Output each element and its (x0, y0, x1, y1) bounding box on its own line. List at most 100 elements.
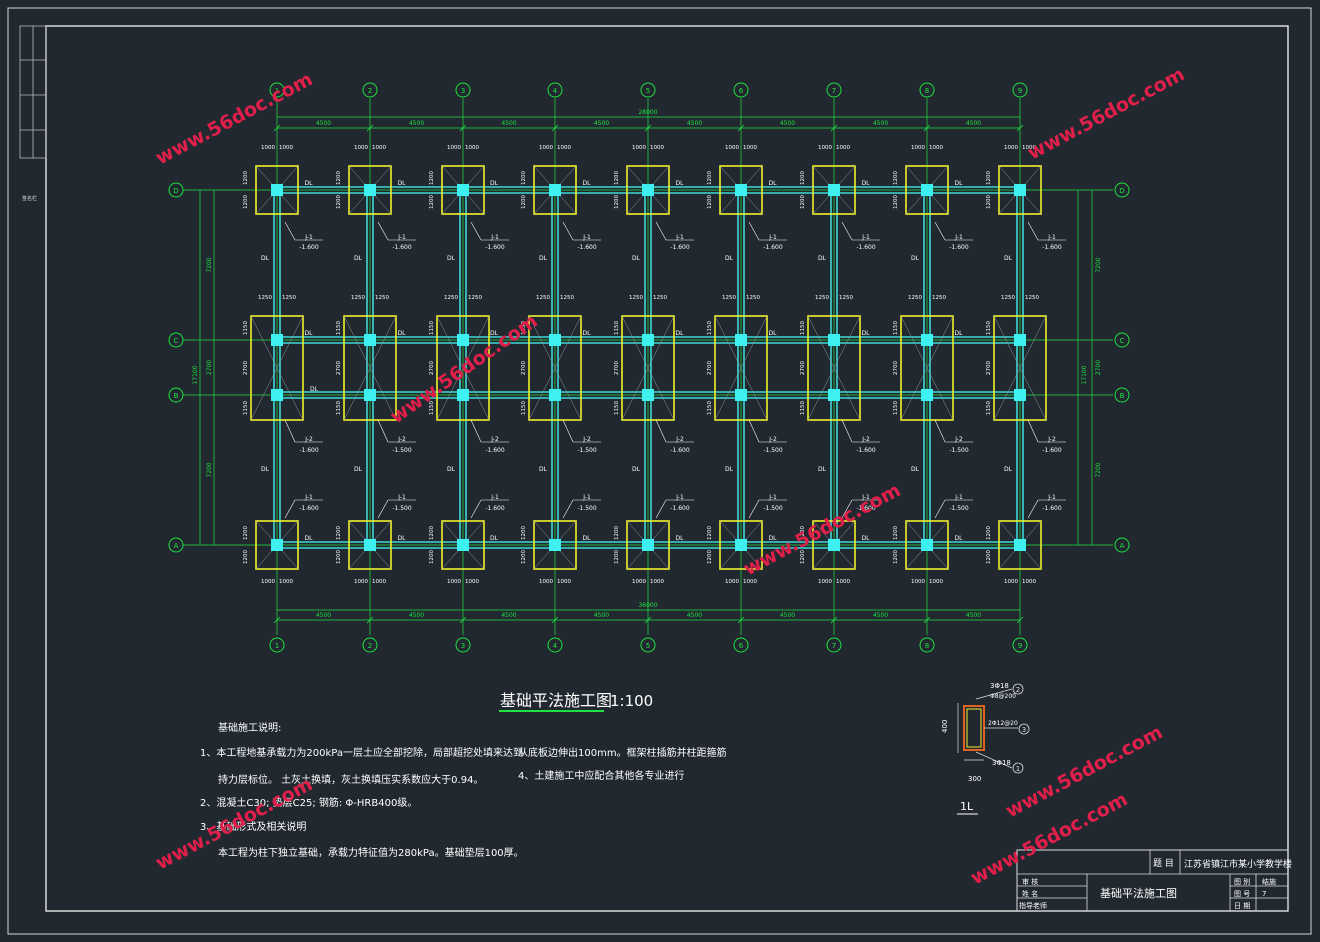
leader (841, 419, 853, 443)
pad-dim-vertical: 1200 (243, 195, 249, 209)
pad-dim-vertical: 1200 (521, 171, 527, 185)
watermark-4: www.56doc.com (740, 479, 904, 580)
pad-dim: 1250 (629, 295, 643, 301)
callout-1: 1 (1016, 765, 1020, 773)
beam-tag: DL (539, 466, 548, 473)
pad-dim-vertical: 1150 (243, 321, 249, 335)
column (735, 389, 747, 401)
leader (562, 499, 574, 519)
dim-total-right: 17100 (1081, 365, 1088, 384)
footing-tag-j1: J-1 (304, 494, 313, 501)
footing-elevation: -1.600 (299, 505, 319, 512)
beam-tag: DL (447, 466, 456, 473)
pad-dim: 1000 (836, 579, 850, 585)
pad-dim: 1000 (279, 579, 293, 585)
pad-dim-vertical: 1150 (521, 401, 527, 415)
tb-val-number: 7 (1262, 890, 1266, 898)
pad-dim-vertical: 1200 (707, 171, 713, 185)
pad-dim: 1000 (539, 145, 553, 151)
section-bottom-rebar: 3Φ18 (992, 759, 1011, 767)
pad-dim-vertical: 1200 (986, 526, 992, 540)
pad-dim-vertical: 1200 (243, 171, 249, 185)
column (457, 539, 469, 551)
notes-line-5: 本工程为柱下独立基础，承载力特征值为280kPa。基础垫层100厚。 (218, 846, 524, 859)
leader (655, 221, 667, 241)
column (642, 184, 654, 196)
pad-dim-vertical: 1200 (800, 171, 806, 185)
footing-elevation: -1.600 (485, 505, 505, 512)
column (364, 184, 376, 196)
dim-total-bottom: 36000 (638, 602, 657, 609)
pad-dim: 1250 (444, 295, 458, 301)
column (735, 334, 747, 346)
leader (934, 221, 946, 241)
dim-span-bottom: 4500 (780, 612, 795, 619)
grid-number-top-9: 9 (1018, 87, 1022, 95)
dim-span-top: 4500 (409, 120, 424, 127)
leader (1027, 221, 1039, 241)
signature-strip: 签名栏 (19, 25, 47, 202)
notes-line-3: 2、混凝土C30; 垫层C25; 钢筋: Φ-HRB400级。 (200, 796, 417, 809)
column (1014, 539, 1026, 551)
pad-dim-vertical: 1200 (800, 195, 806, 209)
beam-tag: DL (583, 180, 592, 187)
leader (377, 419, 389, 443)
pad-dim: 1000 (465, 579, 479, 585)
pad-dim: 1250 (1001, 295, 1015, 301)
beam-tag: DL (955, 330, 964, 337)
leader (748, 221, 760, 241)
tb-key-date: 日 期 (1234, 902, 1250, 910)
pad-dim-vertical: 1200 (893, 171, 899, 185)
beam-tag: DL (911, 255, 920, 262)
footing-tag-j1: J-1 (304, 234, 313, 241)
leader (655, 499, 667, 519)
pad-dim: 1250 (1025, 295, 1039, 301)
beam-tag: DL (305, 330, 314, 337)
pad-dim: 1000 (279, 145, 293, 151)
beam-tag: DL (769, 180, 778, 187)
section-height-dim: 400 (941, 720, 949, 733)
footing-elevation: -1.600 (670, 505, 690, 512)
footing-elevation: -1.600 (577, 244, 597, 251)
grid-letter-right-B: B (1120, 392, 1125, 400)
column (271, 389, 283, 401)
pad-dim: 1250 (375, 295, 389, 301)
pad-dim-vertical: 1200 (986, 171, 992, 185)
pad-dim: 1000 (354, 145, 368, 151)
pad-dim: 1000 (818, 145, 832, 151)
column (1014, 334, 1026, 346)
column (642, 334, 654, 346)
pad-dim: 1000 (372, 145, 386, 151)
column (549, 334, 561, 346)
pad-dim-vertical: 1150 (800, 321, 806, 335)
beam-tag: DL (818, 466, 827, 473)
footing-tag-j1: J-1 (954, 234, 963, 241)
pad-dim-vertical: 1150 (893, 321, 899, 335)
pad-dim-vertical: 1200 (336, 526, 342, 540)
pad-dim: 1000 (836, 145, 850, 151)
dim-span-top: 4500 (966, 120, 981, 127)
column (271, 334, 283, 346)
beam-tag: DL (490, 180, 499, 187)
leader (748, 419, 760, 443)
pad-dim: 1000 (818, 579, 832, 585)
footing-elevation: -1.600 (670, 447, 690, 454)
tb-val-category: 结施 (1262, 877, 1276, 886)
pad-dim: 1250 (560, 295, 574, 301)
beam-tag: DL (398, 330, 407, 337)
leader (562, 221, 574, 241)
column (828, 334, 840, 346)
grid-letter-left-B: B (174, 392, 179, 400)
column (549, 184, 561, 196)
dim-span-bottom: 4500 (316, 612, 331, 619)
footing-elevation: -1.500 (949, 447, 969, 454)
beam-tag: DL (725, 466, 734, 473)
column (642, 539, 654, 551)
grid-layer: 112233445566778899D DC CB BA A (168, 82, 1130, 653)
cad-drawing: 签名栏 1 1 2 2 3 3 4 4 5 5 6 6 7 7 8 8 9 9 D D C C B B A A 28000 4500… (0, 0, 1320, 942)
pad-dim-vertical: 1150 (243, 401, 249, 415)
footing-elevation: -1.600 (392, 244, 412, 251)
pad-dim-vertical: 1200 (521, 526, 527, 540)
pad-dim-vertical: 1200 (429, 526, 435, 540)
footing-tag-j1: J-1 (1047, 234, 1056, 241)
